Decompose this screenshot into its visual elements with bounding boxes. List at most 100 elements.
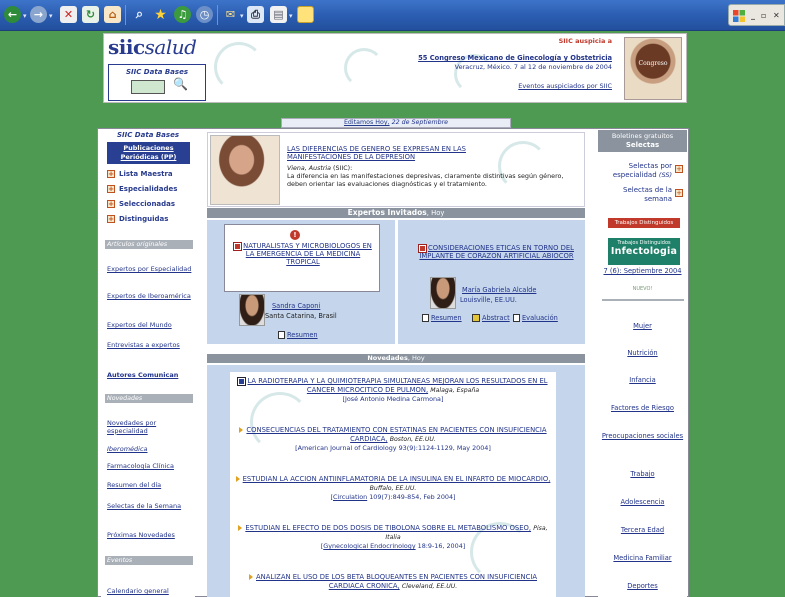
date-prefix[interactable]: Editamos Hoy, — [344, 119, 390, 126]
expert-panel-right — [398, 220, 585, 344]
toolbar-separator — [125, 5, 126, 25]
print-icon[interactable]: ⎙ — [247, 6, 264, 23]
expert-left-article-link[interactable]: NATURALISTAS Y MICROBIOLOGOS EN LA EMERG… — [230, 241, 376, 266]
link-novedades-especialidad[interactable]: Novedades por especialidad — [107, 419, 193, 435]
news-ref: 18:9-16, 2004] — [415, 542, 466, 550]
minimize-icon[interactable]: _ — [751, 11, 755, 20]
bullet-icon — [239, 427, 244, 433]
news-title[interactable]: ANALIZAN EL USO DE LOS BETA BLOQUEANTES … — [256, 573, 537, 590]
link-calendario[interactable]: Calendario general — [107, 587, 193, 596]
author-name-right[interactable]: María Gabriela Alcalde — [462, 286, 536, 294]
news-item: CONSECUENCIAS DEL TRATAMIENTO CON ESTATI… — [234, 426, 552, 453]
refresh-icon[interactable]: ↻ — [82, 6, 99, 23]
news-city: Malaga, España — [430, 387, 480, 394]
auspicia-label: SIIC auspicia a — [558, 37, 612, 45]
sponsored-events-link[interactable]: Eventos auspiciados por SIIC — [518, 82, 612, 90]
back-dropdown-icon[interactable]: ▾ — [23, 12, 27, 20]
siicsalud-logo[interactable]: siicsalud — [108, 35, 197, 59]
news-title[interactable]: LA RADIOTERAPIA Y LA QUIMIOTERAPIA SIMUL… — [247, 377, 547, 394]
news-item: ANALIZAN EL USO DE LOS BETA BLOQUEANTES … — [234, 573, 552, 591]
sidebar-item-distinguidas[interactable]: + Distinguidas — [107, 215, 168, 223]
publicaciones-button[interactable]: Publicaciones Periódicas (PP) — [107, 142, 190, 164]
link-proximas-novedades[interactable]: Próximas Novedades — [107, 531, 193, 540]
link-expertos-mundo[interactable]: Expertos del Mundo — [107, 321, 193, 330]
close-icon[interactable]: ✕ — [773, 11, 780, 20]
mail-icon[interactable]: ✉ — [222, 6, 239, 23]
database-search-input[interactable] — [131, 80, 165, 94]
expand-icon[interactable]: + — [675, 189, 683, 197]
resumen-link-right[interactable]: Resumen — [422, 314, 462, 322]
expert-right-article-link[interactable]: CONSIDERACIONES ETICAS EN TORNO DEL IMPL… — [414, 243, 579, 260]
featured-article-image[interactable] — [210, 135, 280, 205]
bullet-icon — [249, 574, 253, 580]
edit-dropdown-icon[interactable]: ▾ — [289, 12, 293, 20]
topic-link-medicina-familiar[interactable]: Medicina Familiar — [600, 554, 685, 562]
edit-icon[interactable]: ▤ — [270, 6, 287, 23]
trabajos-distinguidos-banner[interactable]: Trabajos Distinguidos — [608, 218, 680, 228]
expand-icon[interactable]: + — [675, 165, 683, 173]
restore-icon[interactable]: ▫ — [761, 11, 766, 20]
link-selectas-semana[interactable]: Selectas de la Semana — [107, 502, 193, 511]
link-entrevistas[interactable]: Entrevistas a expertos — [107, 341, 193, 350]
news-title[interactable]: ESTUDIAN EL EFECTO DE DOS DOSIS DE TIBOL… — [245, 524, 531, 532]
resumen-link-left[interactable]: Resumen — [278, 331, 318, 339]
author-photo[interactable] — [430, 277, 456, 309]
infectologia-banner[interactable]: Trabajos Distinguidos Infectologia — [608, 238, 680, 265]
news-item: ESTUDIAN EL EFECTO DE DOS DOSIS DE TIBOL… — [234, 524, 552, 551]
link-expertos-iberoamerica[interactable]: Expertos de Iberoamérica — [107, 292, 193, 301]
expand-icon[interactable]: + — [107, 170, 115, 178]
favorites-star-icon[interactable]: ★ — [152, 6, 169, 23]
topic-link-deportes[interactable]: Deportes — [600, 582, 685, 590]
forward-icon[interactable]: → — [30, 6, 47, 23]
sidebar-title: SIIC Data Bases — [116, 131, 179, 139]
link-iberomedica[interactable]: Iberoméd​ica — [107, 445, 193, 454]
expand-icon[interactable]: + — [107, 185, 115, 193]
link-resumen-dia[interactable]: Resumen del día — [107, 481, 193, 490]
topic-link-tercera-edad[interactable]: Tercera Edad — [600, 526, 685, 534]
history-icon[interactable]: ◷ — [196, 6, 213, 23]
sidebar-item-lista-maestra[interactable]: + Lista Maestra — [107, 170, 173, 178]
news-icon — [237, 376, 247, 386]
search-icon[interactable]: ⌕ — [131, 6, 148, 23]
topic-link-preocupaciones[interactable]: Preocupaciones sociales — [600, 432, 685, 440]
sidebar-item-especialidades[interactable]: + Especialidades — [107, 185, 177, 193]
featured-article-title[interactable]: LAS DIFERENCIAS DE GENERO SE EXPRESAN EN… — [287, 145, 517, 161]
selectas-semana-link[interactable]: Selectas de la semana — [600, 186, 672, 204]
left-sidebar: SIIC Data Bases Publicaciones Periódicas… — [101, 130, 195, 597]
issue-link[interactable]: 7 (6): Septiembre 2004 — [600, 267, 685, 275]
journal-link[interactable]: Circulation — [333, 493, 367, 501]
topic-link-nutricion[interactable]: Nutrición — [600, 349, 685, 357]
document-icon — [422, 314, 429, 322]
forward-dropdown-icon[interactable]: ▾ — [49, 12, 53, 20]
link-farmacologia[interactable]: Farmacología Clínica — [107, 462, 193, 471]
media-icon[interactable]: ♫ — [174, 6, 191, 23]
topic-link-factores-riesgo[interactable]: Factores de Riesgo — [600, 404, 685, 412]
congress-link[interactable]: 55 Congreso Mexicano de Ginecología y Ob… — [418, 54, 612, 62]
back-icon[interactable]: ← — [4, 6, 21, 23]
mail-dropdown-icon[interactable]: ▾ — [240, 12, 244, 20]
author-name-left[interactable]: Sandra Caponi — [272, 302, 320, 310]
congress-poster-image[interactable]: Congreso — [624, 37, 682, 100]
expand-icon[interactable]: + — [107, 200, 115, 208]
database-search-box: SIIC Data Bases 🔍 — [108, 64, 206, 101]
author-place-left: Santa Catarina, Brasil — [265, 312, 337, 320]
abstract-link[interactable]: Abstract — [472, 314, 510, 322]
search-icon[interactable]: 🔍 — [173, 77, 188, 91]
journal-link[interactable]: Gynecological Endocrinology — [323, 542, 415, 550]
author-photo[interactable] — [239, 294, 265, 326]
news-title[interactable]: ESTUDIAN LA ACCION ANTIINFLAMATORIA DE L… — [243, 475, 551, 483]
home-icon[interactable]: ⌂ — [104, 6, 121, 23]
topic-link-adolescencia[interactable]: Adolescencia — [600, 498, 685, 506]
topic-link-infancia[interactable]: Infancia — [600, 376, 685, 384]
evaluacion-link[interactable]: Evaluación — [513, 314, 558, 322]
link-autores-comunican[interactable]: Autores Comunican — [107, 371, 193, 380]
selectas-especialidad-link[interactable]: Selectas por especialidad (SS) — [600, 162, 672, 180]
alert-icon: ! — [290, 230, 300, 240]
notes-icon[interactable] — [297, 6, 314, 23]
topic-link-trabajo[interactable]: Trabajo — [600, 470, 685, 478]
link-expertos-especialidad[interactable]: Expertos por Especialidad — [107, 265, 193, 274]
topic-link-mujer[interactable]: Mujer — [600, 322, 685, 330]
stop-icon[interactable]: ✕ — [60, 6, 77, 23]
expand-icon[interactable]: + — [107, 215, 115, 223]
sidebar-item-seleccionadas[interactable]: + Seleccionadas — [107, 200, 175, 208]
